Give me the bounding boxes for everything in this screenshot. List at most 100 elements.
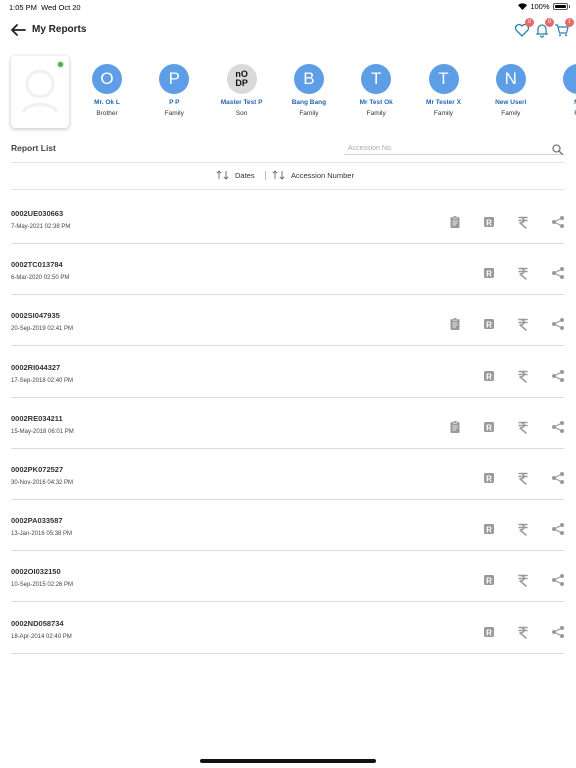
profile-card[interactable]: [11, 56, 69, 128]
report-icon[interactable]: R: [482, 369, 496, 383]
cart-button[interactable]: 1: [554, 18, 574, 38]
family-member[interactable]: O Mr. Ok L Brother: [74, 64, 140, 117]
sort-by-accession[interactable]: Accession Number: [272, 170, 354, 180]
report-row[interactable]: 0002PA033587 13-Jan-2016 05:38 PM R: [11, 500, 565, 552]
rupee-icon[interactable]: [516, 369, 530, 383]
rupee-icon[interactable]: [516, 522, 530, 536]
report-date: 10-Sep-2015 02:26 PM: [11, 582, 74, 589]
rupee-icon[interactable]: [516, 471, 530, 485]
report-icon[interactable]: R: [482, 317, 496, 331]
svg-text:R: R: [486, 321, 492, 330]
search-icon[interactable]: [552, 142, 563, 160]
report-accession-number: 0002TC013784: [11, 260, 63, 270]
share-icon[interactable]: [551, 266, 565, 280]
status-time: 1:05 PM Wed Oct 20: [9, 3, 81, 12]
report-accession-number: 0002ND058734: [11, 618, 64, 628]
member-relation: Family: [433, 110, 454, 117]
share-icon[interactable]: [551, 573, 565, 587]
rupee-icon[interactable]: [516, 420, 530, 434]
report-row[interactable]: 0002OI032150 10-Sep-2015 02:26 PM R: [11, 551, 565, 603]
battery-percent: 100%: [530, 2, 550, 11]
report-icon[interactable]: R: [482, 266, 496, 280]
member-avatar: N: [495, 64, 526, 94]
member-avatar: [563, 64, 576, 94]
member-name: Bang Bang: [291, 99, 327, 106]
report-accession-number: 0002SI047935: [11, 311, 60, 321]
report-accession-number: 0002RE034211: [11, 413, 63, 423]
notifications-badge: 0: [545, 18, 554, 27]
divider: [11, 189, 564, 190]
clipboard-icon[interactable]: [448, 317, 462, 331]
rupee-icon[interactable]: [516, 625, 530, 639]
report-date: 20-Sep-2019 02:41 PM: [11, 326, 74, 333]
rupee-icon[interactable]: [516, 317, 530, 332]
family-member[interactable]: T Mr Tester X Family: [411, 64, 477, 117]
report-accession-number: 0002PA033587: [11, 516, 63, 526]
family-member[interactable]: Mr Fa: [545, 64, 576, 117]
report-icon[interactable]: R: [482, 522, 496, 536]
divider: [11, 162, 564, 163]
member-relation: Family: [366, 110, 386, 117]
report-date: 7-May-2021 02:38 PM: [11, 224, 71, 230]
member-name: Master Test P: [220, 99, 263, 106]
member-relation: Family: [164, 110, 184, 117]
rupee-icon[interactable]: [516, 266, 530, 280]
rupee-icon[interactable]: [516, 215, 530, 229]
favorites-badge: 0: [525, 18, 534, 27]
report-list-title: Report List: [11, 143, 56, 153]
member-name: Mr: [545, 99, 576, 106]
report-icon[interactable]: R: [482, 573, 496, 587]
favorites-button[interactable]: 0: [514, 18, 534, 38]
family-member[interactable]: P P P Family: [141, 64, 207, 117]
svg-text:R: R: [486, 525, 492, 534]
report-accession-number: 0002OI032150: [11, 567, 61, 577]
report-date: 15-May-2018 06:01 PM: [11, 428, 74, 435]
member-relation: Family: [299, 110, 319, 117]
report-date: 17-Sep-2018 02:40 PM: [11, 377, 74, 384]
report-date: 13-Jan-2016 05:38 PM: [11, 531, 73, 538]
report-date: 6-Mar-2020 02:50 PM: [11, 275, 70, 282]
svg-text:R: R: [486, 474, 492, 483]
share-icon[interactable]: [551, 215, 565, 229]
share-icon[interactable]: [551, 420, 565, 434]
report-row[interactable]: 0002PK072527 30-Nov-2016 04:32 PM R: [11, 449, 564, 500]
report-icon[interactable]: R: [482, 625, 496, 639]
svg-text:R: R: [486, 577, 492, 586]
rupee-icon[interactable]: [516, 573, 530, 588]
sort-by-dates[interactable]: Dates: [216, 170, 255, 180]
wifi-icon: [518, 3, 528, 10]
family-member[interactable]: T Mr Test Ok Family: [343, 64, 409, 117]
member-avatar: T: [428, 64, 459, 94]
sort-separator: [265, 171, 266, 180]
accession-search-input[interactable]: [348, 143, 543, 153]
report-row[interactable]: 0002RE034211 15-May-2018 06:01 PM R: [11, 398, 564, 449]
family-member[interactable]: nO DP Master Test P Son: [209, 64, 275, 117]
report-row[interactable]: 0002RI044327 17-Sep-2018 02:40 PM R: [11, 347, 564, 398]
share-icon[interactable]: [551, 522, 565, 536]
report-icon[interactable]: R: [482, 215, 496, 229]
member-avatar: O: [92, 64, 122, 94]
family-member[interactable]: B Bang Bang Family: [276, 64, 342, 117]
report-row[interactable]: 0002SI047935 20-Sep-2019 02:41 PM R: [11, 295, 565, 347]
report-row[interactable]: 0002TC013784 6-Mar-2020 02:50 PM R: [11, 244, 565, 296]
report-icon[interactable]: R: [482, 471, 496, 485]
member-relation: Son: [235, 110, 248, 117]
svg-text:R: R: [486, 372, 492, 381]
share-icon[interactable]: [551, 317, 565, 331]
back-arrow-icon[interactable]: [10, 23, 26, 37]
family-member[interactable]: N New Useri Family: [478, 64, 544, 117]
member-name: P P: [169, 99, 180, 106]
report-row[interactable]: 0002ND058734 18-Apr-2014 02:40 PM R: [11, 603, 564, 654]
svg-text:R: R: [486, 423, 492, 432]
search-bar: [344, 140, 565, 155]
clipboard-icon[interactable]: [448, 420, 462, 434]
share-icon[interactable]: [551, 471, 565, 485]
report-icon[interactable]: R: [482, 420, 496, 434]
report-row[interactable]: 0002UE030663 7-May-2021 02:38 PM R: [11, 193, 564, 244]
report-date: 18-Apr-2014 02:40 PM: [11, 633, 72, 640]
notifications-button[interactable]: 0: [534, 18, 554, 38]
share-icon[interactable]: [551, 369, 565, 383]
report-accession-number: 0002RI044327: [11, 362, 61, 372]
clipboard-icon[interactable]: [448, 215, 462, 229]
share-icon[interactable]: [551, 625, 565, 639]
